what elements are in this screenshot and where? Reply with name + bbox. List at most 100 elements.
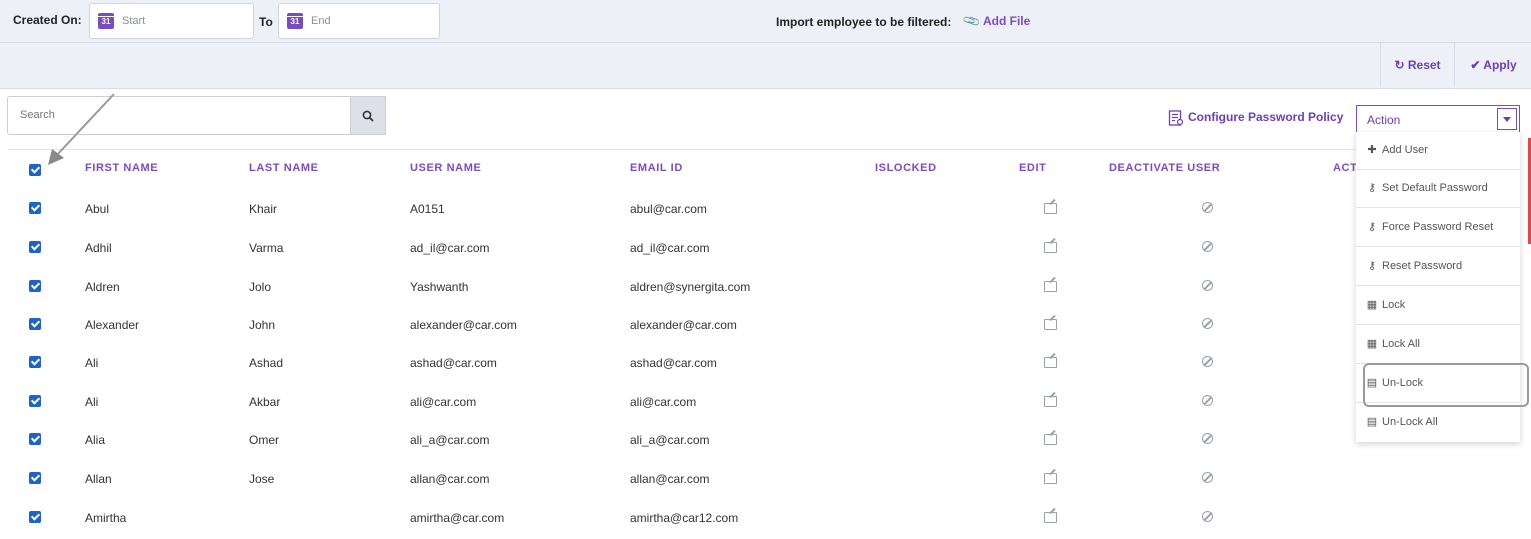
menu-item-reset-password[interactable]: ⚷ Reset Password bbox=[1356, 248, 1520, 286]
email-cell: amirtha@car12.com bbox=[630, 511, 739, 525]
action-label: Action bbox=[1367, 113, 1401, 127]
paperclip-icon: 📎 bbox=[961, 11, 982, 31]
first-name-cell: Amirtha bbox=[85, 511, 127, 525]
edit-icon[interactable] bbox=[1044, 396, 1057, 407]
row-checkbox[interactable] bbox=[29, 318, 41, 330]
deactivate-icon[interactable] bbox=[1202, 472, 1213, 483]
user-name-cell: ali_a@car.com bbox=[410, 433, 490, 447]
col-last-name[interactable]: LAST NAME bbox=[249, 162, 319, 174]
edit-icon[interactable] bbox=[1044, 434, 1057, 445]
user-name-cell: Yashwanth bbox=[410, 280, 469, 294]
configure-password-policy-link[interactable]: Configure Password Policy bbox=[1168, 110, 1343, 126]
start-date-field[interactable]: 31 Start bbox=[89, 3, 254, 39]
email-cell: ashad@car.com bbox=[630, 356, 717, 370]
first-name-cell: Ali bbox=[85, 356, 99, 370]
calendar-icon: 31 bbox=[98, 13, 114, 29]
deactivate-icon[interactable] bbox=[1202, 511, 1213, 522]
menu-item-add-user[interactable]: ✚ Add User bbox=[1356, 132, 1520, 170]
col-actions: ACTIONS bbox=[1333, 162, 1356, 174]
user-name-cell: A0151 bbox=[410, 202, 445, 216]
col-user-name[interactable]: USER NAME bbox=[410, 162, 481, 174]
edit-icon[interactable] bbox=[1044, 319, 1057, 330]
end-date-placeholder: End bbox=[311, 15, 331, 27]
row-checkbox[interactable] bbox=[29, 433, 41, 445]
first-name-cell: Alia bbox=[85, 433, 106, 447]
last-name-cell: Akbar bbox=[249, 395, 281, 409]
row-checkbox[interactable] bbox=[29, 395, 41, 407]
created-on-label: Created On: bbox=[13, 13, 82, 27]
deactivate-icon[interactable] bbox=[1202, 356, 1213, 367]
first-name-cell: Alexander bbox=[85, 318, 140, 332]
menu-item-label: Lock All bbox=[1382, 338, 1420, 350]
email-cell: ali@car.com bbox=[630, 395, 697, 409]
user-name-cell: allan@car.com bbox=[410, 472, 490, 486]
calendar-icon: 31 bbox=[287, 13, 303, 29]
row-checkbox[interactable] bbox=[29, 472, 41, 484]
user-name-cell: ali@car.com bbox=[410, 395, 477, 409]
email-cell: ad_il@car.com bbox=[630, 241, 710, 255]
reset-label: Reset bbox=[1407, 58, 1441, 72]
edit-icon[interactable] bbox=[1044, 281, 1057, 292]
menu-item-label: Set Default Password bbox=[1382, 182, 1488, 194]
to-label: To bbox=[259, 15, 273, 29]
chevron-down-icon[interactable] bbox=[1497, 108, 1517, 130]
user-name-cell: amirtha@car.com bbox=[410, 511, 505, 525]
deactivate-icon[interactable] bbox=[1202, 433, 1213, 444]
policy-document-icon bbox=[1168, 110, 1184, 126]
refresh-icon: ↻ bbox=[1394, 58, 1405, 72]
edit-icon[interactable] bbox=[1044, 512, 1057, 523]
edit-icon[interactable] bbox=[1044, 203, 1057, 214]
row-checkbox[interactable] bbox=[29, 280, 41, 292]
row-checkbox[interactable] bbox=[29, 511, 41, 523]
menu-item-lock[interactable]: ▦ Lock bbox=[1356, 287, 1520, 325]
menu-item-label: Un-Lock All bbox=[1382, 416, 1438, 428]
action-dropdown[interactable]: Action bbox=[1356, 105, 1520, 133]
deactivate-icon[interactable] bbox=[1202, 241, 1213, 252]
row-checkbox[interactable] bbox=[29, 241, 41, 253]
first-name-cell: Ali bbox=[85, 395, 99, 409]
lock-icon: ▦ bbox=[1366, 299, 1378, 311]
email-cell: alexander@car.com bbox=[630, 318, 737, 332]
email-cell: ali_a@car.com bbox=[630, 433, 710, 447]
deactivate-icon[interactable] bbox=[1202, 318, 1213, 329]
apply-button[interactable]: ✔ Apply bbox=[1454, 43, 1531, 87]
plus-icon: ✚ bbox=[1367, 144, 1377, 156]
user-name-cell: ad_il@car.com bbox=[410, 241, 490, 255]
header-divider bbox=[8, 149, 1356, 150]
deactivate-icon[interactable] bbox=[1202, 395, 1213, 406]
add-file-label: Add File bbox=[982, 14, 1031, 28]
apply-label: Apply bbox=[1483, 58, 1517, 72]
end-date-field[interactable]: 31 End bbox=[278, 3, 440, 39]
reset-button[interactable]: ↻ Reset bbox=[1380, 43, 1454, 87]
row-checkbox[interactable] bbox=[29, 356, 41, 368]
menu-item-label: Reset Password bbox=[1382, 260, 1463, 272]
user-name-cell: alexander@car.com bbox=[410, 318, 517, 332]
menu-item-label: Add User bbox=[1382, 144, 1428, 156]
key-icon: ⚷ bbox=[1367, 260, 1377, 272]
search-icon bbox=[362, 110, 374, 122]
row-checkbox[interactable] bbox=[29, 202, 41, 214]
menu-item-force-password-reset[interactable]: ⚷ Force Password Reset bbox=[1356, 209, 1520, 247]
menu-item-un-lock-all[interactable]: ▤ Un-Lock All bbox=[1356, 404, 1520, 442]
add-file-link[interactable]: 📎 Add File bbox=[961, 11, 1031, 31]
col-email-id[interactable]: EMAIL ID bbox=[630, 162, 683, 174]
edit-icon[interactable] bbox=[1044, 473, 1057, 484]
menu-item-lock-all[interactable]: ▦ Lock All bbox=[1356, 326, 1520, 364]
col-islocked[interactable]: ISLOCKED bbox=[875, 162, 937, 174]
deactivate-icon[interactable] bbox=[1202, 202, 1213, 213]
check-circle-icon: ✔ bbox=[1470, 58, 1481, 72]
menu-item-label: Lock bbox=[1382, 299, 1406, 311]
menu-item-set-default-password[interactable]: ⚷ Set Default Password bbox=[1356, 170, 1520, 208]
first-name-cell: Aldren bbox=[85, 280, 120, 294]
edit-icon[interactable] bbox=[1044, 242, 1057, 253]
start-date-placeholder: Start bbox=[122, 15, 146, 27]
search-button[interactable] bbox=[351, 96, 386, 135]
email-cell: abul@car.com bbox=[630, 202, 707, 216]
unlock-icon: ▤ bbox=[1366, 416, 1378, 428]
last-name-cell: Ashad bbox=[249, 356, 284, 370]
deactivate-icon[interactable] bbox=[1202, 280, 1213, 291]
first-name-cell: Allan bbox=[85, 472, 112, 486]
last-name-cell: Varma bbox=[249, 241, 284, 255]
first-name-cell: Adhil bbox=[85, 241, 112, 255]
edit-icon[interactable] bbox=[1044, 357, 1057, 368]
